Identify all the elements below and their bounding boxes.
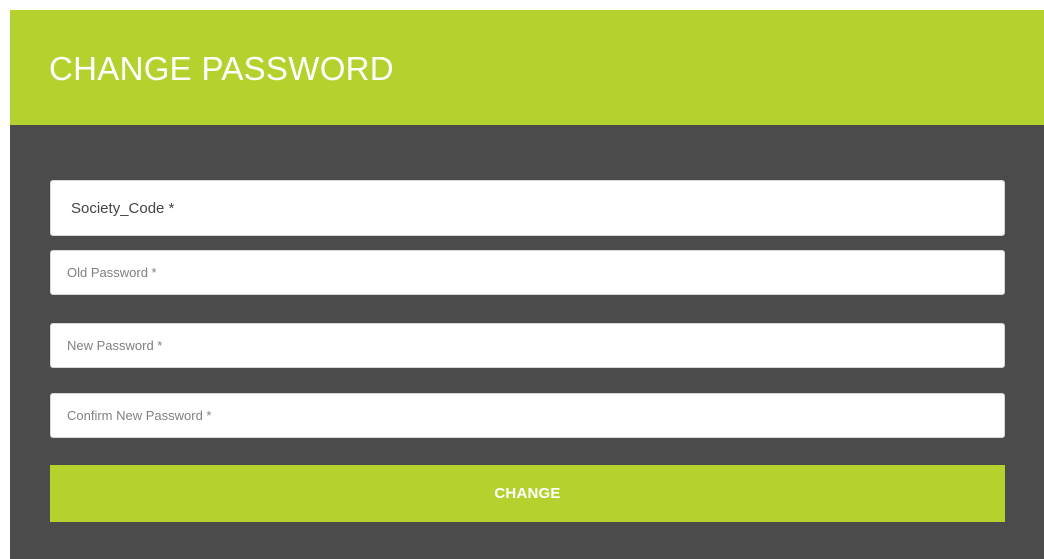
confirm-new-password-input[interactable] <box>50 393 1005 438</box>
change-password-panel: CHANGE PASSWORD CHANGE <box>10 10 1044 559</box>
panel-header: CHANGE PASSWORD <box>10 10 1044 125</box>
page-title: CHANGE PASSWORD <box>49 50 394 87</box>
new-password-input[interactable] <box>50 323 1005 368</box>
society-code-input[interactable] <box>50 180 1005 236</box>
old-password-input[interactable] <box>50 250 1005 295</box>
change-button[interactable]: CHANGE <box>50 465 1005 522</box>
